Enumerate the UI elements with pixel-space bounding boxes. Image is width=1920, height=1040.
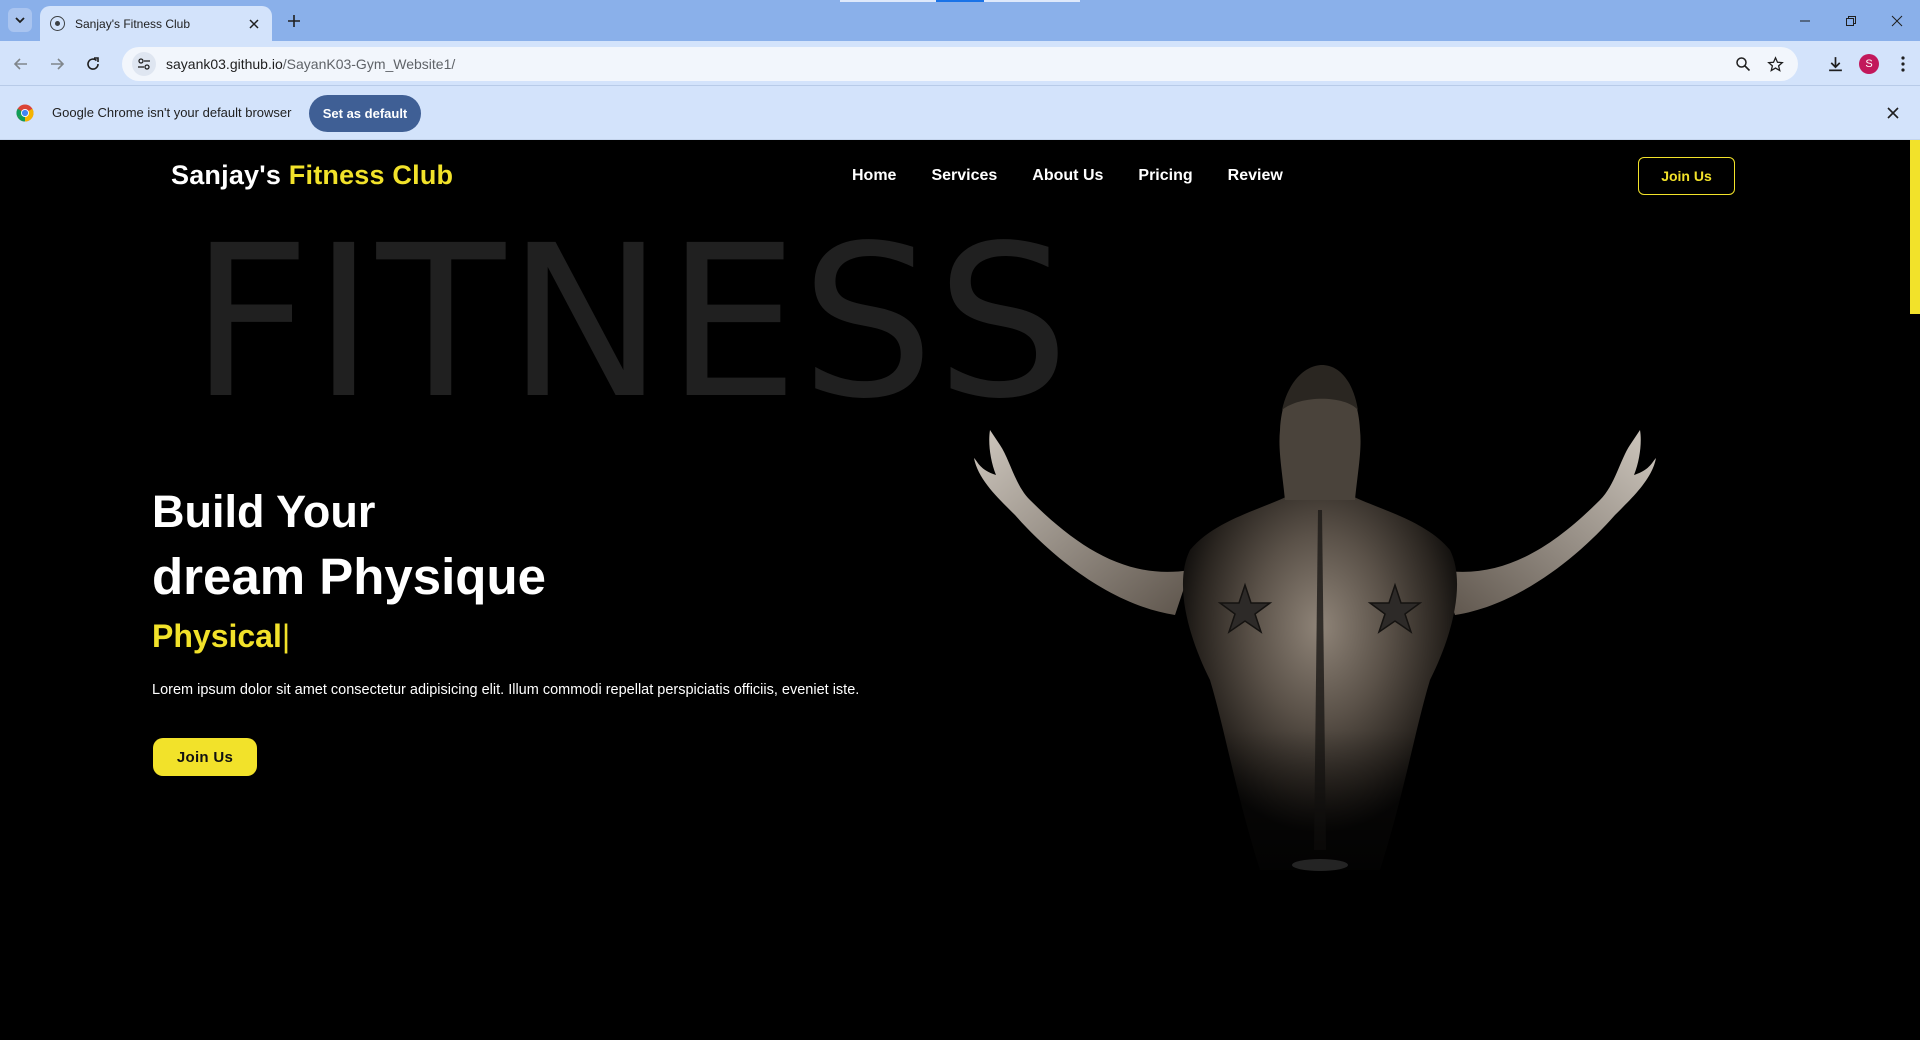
- site-logo[interactable]: Sanjay's Fitness Club: [171, 160, 453, 191]
- headline-line-1: Build Your: [152, 486, 376, 537]
- url-host: sayank03.github.io: [166, 56, 283, 72]
- page-scrollbar[interactable]: [1910, 140, 1920, 314]
- brand-name: Sanjay's: [171, 160, 282, 190]
- zoom-icon: [1736, 57, 1751, 72]
- reload-icon: [87, 57, 99, 70]
- background-word: FITNESS: [190, 200, 1072, 445]
- headline-line-2: dream Physique: [152, 548, 546, 605]
- hero-description: Lorem ipsum dolor sit amet consectetur a…: [152, 682, 860, 698]
- url-path: /SayanK03-Gym_Website1/: [282, 56, 456, 72]
- nav-about-us[interactable]: About Us: [1032, 167, 1103, 185]
- minimize-button[interactable]: [1782, 0, 1828, 41]
- url-text: sayank03.github.io/SayanK03-Gym_Website1…: [166, 56, 1724, 72]
- back-button[interactable]: [8, 51, 34, 77]
- new-tab-button[interactable]: [282, 9, 306, 33]
- main-nav: Home Services About Us Pricing Review: [852, 167, 1283, 185]
- chevron-down-icon: [15, 17, 25, 24]
- tune-icon: [138, 58, 150, 70]
- hero-join-button[interactable]: Join Us: [153, 738, 257, 776]
- forward-button[interactable]: [44, 51, 70, 77]
- default-browser-infobar: Google Chrome isn't your default browser…: [0, 86, 1920, 140]
- site-info-button[interactable]: [132, 52, 156, 76]
- chrome-menu-button[interactable]: [1886, 47, 1920, 81]
- close-icon: [1887, 107, 1899, 119]
- restore-button[interactable]: [1828, 0, 1874, 41]
- download-icon: [1828, 56, 1842, 71]
- typed-word: Physical: [152, 618, 282, 654]
- globe-icon: [50, 16, 65, 31]
- plus-icon: [288, 15, 300, 27]
- infobar-close-button[interactable]: [1884, 104, 1902, 122]
- nav-services[interactable]: Services: [931, 167, 997, 185]
- tab-close-button[interactable]: [246, 16, 262, 32]
- toolbar-right: S: [1818, 47, 1920, 81]
- set-as-default-button[interactable]: Set as default: [309, 95, 421, 132]
- loading-indicator: [840, 0, 1080, 2]
- arrow-right-icon: [51, 58, 65, 70]
- bodybuilder-image: [974, 365, 1656, 930]
- active-tab[interactable]: Sanjay's Fitness Club: [40, 6, 272, 41]
- tab-search-button[interactable]: [8, 8, 32, 32]
- typed-text: Physical|: [152, 618, 290, 655]
- zoom-button[interactable]: [1730, 51, 1756, 77]
- arrow-left-icon: [13, 58, 27, 70]
- close-icon: [249, 18, 259, 29]
- nav-home[interactable]: Home: [852, 167, 896, 185]
- typing-caret: |: [281, 618, 291, 654]
- browser-toolbar: sayank03.github.io/SayanK03-Gym_Website1…: [0, 41, 1920, 86]
- downloads-button[interactable]: [1818, 47, 1852, 81]
- restore-icon: [1846, 15, 1856, 26]
- infobar-message: Google Chrome isn't your default browser: [52, 105, 292, 120]
- tab-title: Sanjay's Fitness Club: [75, 16, 191, 31]
- nav-pricing[interactable]: Pricing: [1138, 167, 1192, 185]
- star-icon: [1766, 55, 1784, 72]
- close-window-button[interactable]: [1874, 0, 1920, 41]
- reload-button[interactable]: [80, 51, 106, 77]
- minimize-icon: [1800, 20, 1810, 21]
- chrome-logo-icon: [16, 104, 34, 122]
- header-join-button[interactable]: Join Us: [1638, 157, 1735, 195]
- tab-strip: Sanjay's Fitness Club: [0, 0, 1920, 41]
- kebab-menu-icon: [1901, 56, 1905, 72]
- hero-headline: Build Your dream Physique: [152, 480, 546, 610]
- web-page: Sanjay's Fitness Club Home Services Abou…: [0, 140, 1920, 1040]
- window-controls: [1782, 0, 1920, 41]
- nav-review[interactable]: Review: [1228, 167, 1283, 185]
- address-bar[interactable]: sayank03.github.io/SayanK03-Gym_Website1…: [122, 47, 1798, 81]
- profile-button[interactable]: S: [1852, 47, 1886, 81]
- brand-accent: Fitness Club: [288, 160, 454, 190]
- avatar: S: [1859, 54, 1879, 74]
- close-icon: [1891, 15, 1903, 26]
- bookmark-button[interactable]: [1762, 51, 1788, 77]
